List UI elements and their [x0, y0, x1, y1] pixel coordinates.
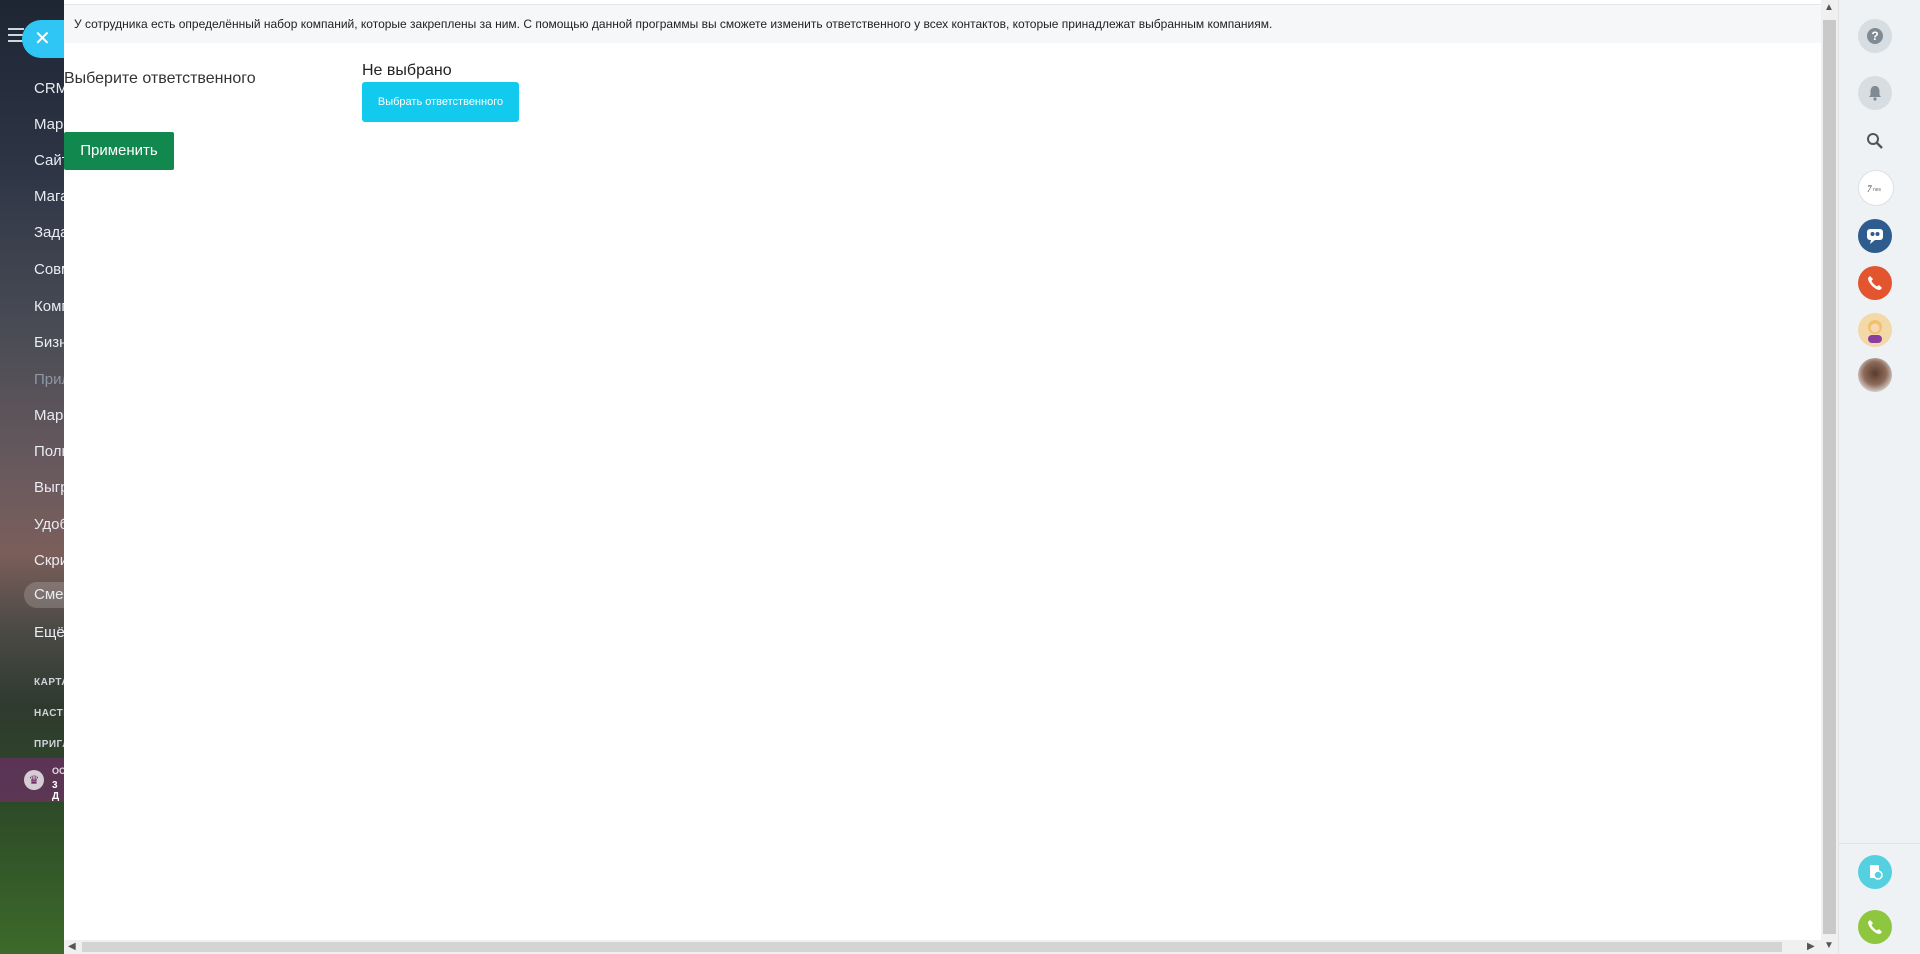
horizontal-scrollbar[interactable]: ◀ ▶	[64, 940, 1821, 954]
app-logo-icon[interactable]: 7 nes	[1858, 170, 1894, 206]
sidebar-item-tasks[interactable]: Задачи	[34, 224, 66, 241]
sidebar-item-collab[interactable]: Совместная работа	[34, 261, 66, 278]
sidebar-item-users[interactable]: Пользователи	[34, 443, 66, 460]
avatar-blurred-icon[interactable]	[1858, 358, 1892, 392]
sidebar-item-shops[interactable]: Магазины	[34, 188, 66, 205]
svg-text:7: 7	[1867, 184, 1872, 194]
scroll-up-icon[interactable]: ▲	[1824, 2, 1834, 13]
phone-icon[interactable]	[1858, 910, 1892, 944]
scroll-down-icon[interactable]: ▼	[1824, 940, 1834, 951]
help-icon[interactable]: ?	[1858, 19, 1892, 53]
sidebar-item-more[interactable]: Ещё	[34, 624, 66, 641]
scroll-left-icon[interactable]: ◀	[68, 940, 76, 954]
sidebar-link-configure[interactable]: НАСТРОИТЬ	[34, 708, 66, 719]
svg-text:?: ?	[1871, 29, 1878, 43]
sidebar-item-apps[interactable]: Приложения	[34, 371, 66, 388]
sidebar-item-convenient[interactable]: Удобные	[34, 516, 66, 533]
svg-text:nes: nes	[1873, 187, 1882, 193]
sidebar-link-map[interactable]: КАРТА	[34, 677, 66, 688]
apply-button[interactable]: Применить	[64, 132, 174, 170]
close-icon: ✕	[34, 28, 51, 50]
bell-icon[interactable]	[1858, 76, 1892, 110]
sidebar-item-scripts[interactable]: Скрипты	[34, 552, 66, 569]
search-icon[interactable]	[1858, 124, 1892, 158]
sidebar-item-crm[interactable]: CRM	[34, 80, 66, 97]
avatar-icon[interactable]	[1858, 313, 1892, 347]
sidebar-item-change-responsible[interactable]: Смена ответственного	[24, 582, 66, 608]
vertical-scroll-thumb[interactable]	[1823, 20, 1836, 934]
left-sidebar: CRM Маркетинг Сайты Магазины Задачи Совм…	[0, 0, 66, 954]
scroll-right-icon[interactable]: ▶	[1807, 940, 1815, 954]
responsible-status: Не выбрано	[362, 62, 452, 79]
right-toolbar: ? 7 nes	[1838, 0, 1920, 954]
sidebar-item-marketing[interactable]: Маркетинг	[34, 116, 66, 133]
info-text: У сотрудника есть определённый набор ком…	[74, 17, 1273, 31]
call-icon[interactable]	[1858, 266, 1892, 300]
trial-promo[interactable]: ♛ ОСТАЛОСЬ 3 Д	[0, 758, 66, 802]
sidebar-item-market[interactable]: Маркет	[34, 407, 66, 424]
sidebar-link-invite[interactable]: ПРИГЛАСИТЬ	[34, 739, 66, 750]
sidebar-item-bp[interactable]: Бизнес-процессы	[34, 334, 66, 351]
sidebar-item-company[interactable]: Компания	[34, 298, 66, 315]
vertical-scrollbar[interactable]: ▲ ▼	[1821, 0, 1838, 954]
choose-responsible-button[interactable]: Выбрать ответственного	[362, 82, 519, 122]
info-bar: У сотрудника есть определённый набор ком…	[64, 4, 1821, 43]
close-slider-button[interactable]: ✕	[22, 20, 64, 58]
file-sync-icon[interactable]	[1858, 855, 1892, 889]
horizontal-scroll-thumb[interactable]	[82, 942, 1782, 952]
sidebar-item-export[interactable]: Выгрузка	[34, 479, 66, 496]
select-responsible-label: Выберите ответственного	[64, 70, 256, 87]
chat-icon[interactable]	[1858, 219, 1892, 253]
toolbar-divider	[1839, 843, 1920, 844]
app-panel: У сотрудника есть определённый набор ком…	[64, 0, 1838, 954]
crown-icon: ♛	[24, 770, 44, 790]
sidebar-item-sites[interactable]: Сайты	[34, 152, 66, 169]
